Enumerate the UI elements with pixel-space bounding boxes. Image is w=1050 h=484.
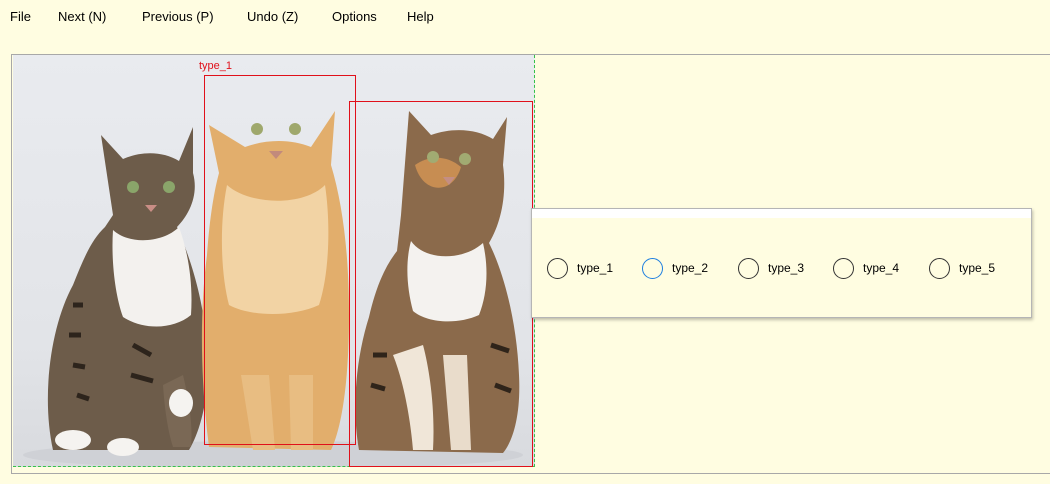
radio-type-4[interactable]: type_4 bbox=[833, 257, 899, 279]
panel-title-strip bbox=[532, 209, 1031, 218]
radio-type-2[interactable]: type_2 bbox=[642, 257, 708, 279]
menu-next[interactable]: Next (N) bbox=[58, 9, 106, 24]
menu-undo[interactable]: Undo (Z) bbox=[247, 9, 298, 24]
bounding-box-1[interactable] bbox=[204, 75, 356, 445]
radio-label: type_5 bbox=[959, 261, 996, 275]
menu-help[interactable]: Help bbox=[407, 9, 434, 24]
radio-button-icon[interactable] bbox=[547, 257, 568, 279]
radio-label: type_4 bbox=[863, 261, 900, 275]
bounding-box-2[interactable] bbox=[349, 101, 533, 467]
label-selection-panel: type_1 type_2 type_3 type_4 type_5 bbox=[531, 208, 1032, 318]
radio-type-5[interactable]: type_5 bbox=[929, 257, 995, 279]
radio-button-icon[interactable] bbox=[929, 257, 950, 279]
radio-label: type_1 bbox=[577, 261, 614, 275]
radio-label: type_3 bbox=[768, 261, 805, 275]
radio-button-icon[interactable] bbox=[642, 257, 663, 279]
radio-label: type_2 bbox=[672, 261, 709, 275]
tabby-cat-left bbox=[47, 127, 209, 456]
bbox-1-label: type_1 bbox=[199, 60, 233, 72]
radio-button-icon[interactable] bbox=[833, 257, 854, 279]
menu-bar: File Next (N) Previous (P) Undo (Z) Opti… bbox=[0, 0, 1050, 34]
menu-previous[interactable]: Previous (P) bbox=[142, 9, 214, 24]
radio-type-1[interactable]: type_1 bbox=[547, 257, 613, 279]
radio-button-icon[interactable] bbox=[738, 257, 759, 279]
menu-file[interactable]: File bbox=[10, 9, 31, 24]
radio-type-3[interactable]: type_3 bbox=[738, 257, 804, 279]
menu-options[interactable]: Options bbox=[332, 9, 377, 24]
